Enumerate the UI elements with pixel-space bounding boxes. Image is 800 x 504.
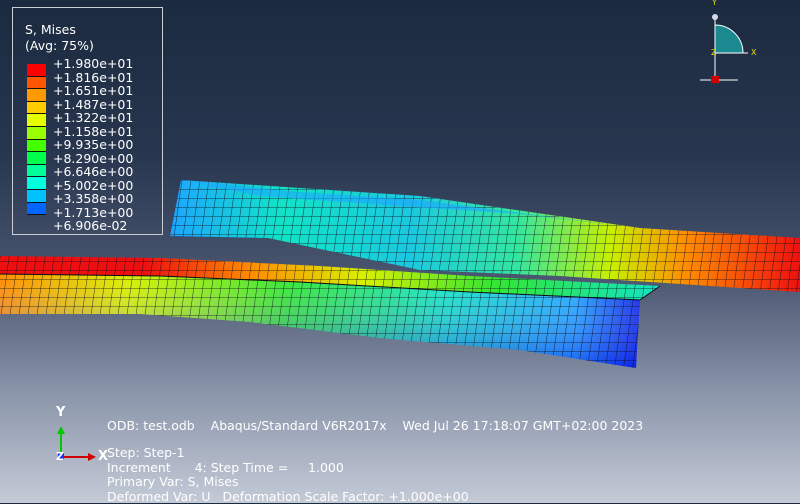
primary-var: Primary Var: S, Mises <box>107 475 469 490</box>
legend-value: +1.713e+00 <box>53 206 133 220</box>
odb-info-line: ODB: test.odb Abaqus/Standard V6R2017x W… <box>107 419 643 434</box>
legend-value: +6.906e-02 <box>53 219 133 233</box>
view-triad <box>700 14 748 83</box>
legend-swatch <box>27 152 46 165</box>
legend-value-list: +1.980e+01+1.816e+01+1.651e+01+1.487e+01… <box>53 57 133 233</box>
legend-swatch <box>27 127 46 140</box>
legend-value: +6.646e+00 <box>53 165 133 179</box>
legend-swatch <box>27 203 46 216</box>
legend-value: +9.935e+00 <box>53 138 133 152</box>
legend-swatch <box>27 165 46 178</box>
legend-subtitle: (Avg: 75%) <box>25 38 94 53</box>
legend-swatch <box>27 102 46 115</box>
timestamp: Wed Jul 26 17:18:07 GMT+02:00 2023 <box>403 418 644 433</box>
legend-value: +1.980e+01 <box>53 57 133 71</box>
legend-value: +1.651e+01 <box>53 84 133 98</box>
legend-swatch <box>27 77 46 90</box>
legend-swatch <box>27 140 46 153</box>
legend-swatch <box>27 177 46 190</box>
legend-color-bar <box>27 64 46 215</box>
step-info: Step: Step-1Increment 4: Step Time = 1.0… <box>107 446 469 504</box>
legend-value: +5.002e+00 <box>53 179 133 193</box>
axis-z-label: Z <box>56 450 64 463</box>
view-triad-x-label: X <box>751 48 756 57</box>
legend-swatch <box>27 114 46 127</box>
legend-value: +1.158e+01 <box>53 125 133 139</box>
legend-title: S, Mises <box>25 22 76 37</box>
legend-value: +1.322e+01 <box>53 111 133 125</box>
axis-y-label: Y <box>56 405 65 420</box>
viewport[interactable]: S, Mises (Avg: 75%) +1.980e+01+1.816e+01… <box>0 0 800 503</box>
legend-value: +3.358e+00 <box>53 192 133 206</box>
legend-value: +8.290e+00 <box>53 152 133 166</box>
view-triad-z-label: Z <box>711 48 716 57</box>
legend-value: +1.816e+01 <box>53 71 133 85</box>
view-triad-y-label: Y <box>712 0 717 7</box>
deformed-var: Deformed Var: U Deformation Scale Factor… <box>107 490 469 504</box>
solver-version: Abaqus/Standard V6R2017x <box>211 418 387 433</box>
legend-panel: S, Mises (Avg: 75%) +1.980e+01+1.816e+01… <box>12 7 163 235</box>
legend-swatch <box>27 89 46 102</box>
step-name: Step: Step-1 <box>107 446 469 461</box>
legend-value: +1.487e+01 <box>53 98 133 112</box>
odb-name: ODB: test.odb <box>107 418 195 433</box>
increment-info: Increment 4: Step Time = 1.000 <box>107 461 469 476</box>
legend-swatch <box>27 190 46 203</box>
legend-swatch <box>27 64 46 77</box>
